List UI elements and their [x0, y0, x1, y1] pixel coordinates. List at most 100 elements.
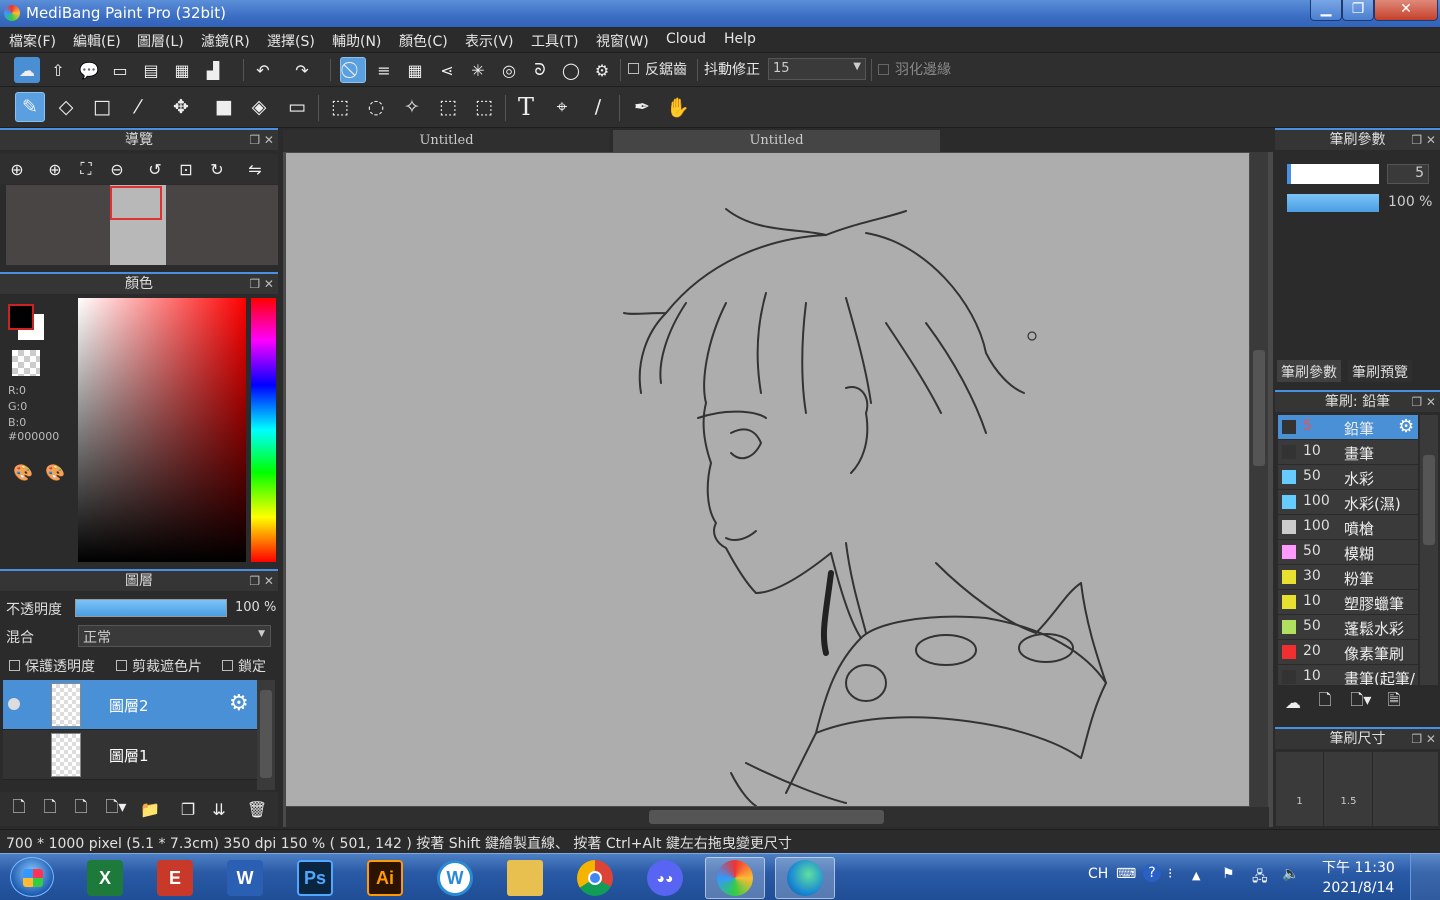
brush-item[interactable]: 10 畫筆(起筆/ [1278, 665, 1418, 685]
add-brush-menu-icon[interactable]: 🗋▾ [1344, 689, 1378, 715]
stabilizer-select[interactable]: 15 ▼ [768, 58, 866, 80]
gear-icon[interactable]: ⚙ [1398, 416, 1414, 437]
volume-icon[interactable]: 🔈 [1282, 866, 1299, 882]
blend-mode-select[interactable]: 正常 ▼ [78, 625, 271, 647]
menu-edit[interactable]: 編輯(E) [73, 31, 121, 51]
tab-brush-param[interactable]: 筆刷參數 [1277, 360, 1341, 382]
folder-icon[interactable]: 📁 [137, 796, 163, 822]
taskbar-photoshop[interactable]: Ps [285, 857, 345, 899]
drawing-canvas[interactable] [286, 153, 1249, 806]
snap-grid-icon[interactable]: ▦ [402, 57, 428, 83]
brush-list-scrollbar[interactable] [1420, 415, 1438, 685]
minimize-button[interactable]: ▁ [1310, 0, 1342, 21]
operation-tool-icon[interactable]: ⌖ [547, 92, 577, 122]
gradient-tool-icon[interactable]: ▭ [282, 92, 312, 122]
action-center-icon[interactable]: ⚑ [1222, 866, 1235, 882]
menu-color[interactable]: 顏色(C) [399, 31, 448, 51]
rotate-left-icon[interactable]: ↺ [142, 156, 168, 182]
brush-size-scrollbar[interactable] [1420, 752, 1438, 826]
menu-assist[interactable]: 輔助(N) [332, 31, 381, 51]
lock-checkbox[interactable] [222, 660, 233, 671]
new-brush-icon[interactable]: 🗋 [1312, 689, 1338, 715]
eye-icon[interactable] [8, 698, 20, 710]
layer-item[interactable]: 圖層1 [3, 730, 257, 780]
clock[interactable]: 下午 11:30 2021/8/14 [1322, 858, 1395, 898]
panel-float-close-icon[interactable]: ❐ ✕ [1411, 729, 1436, 749]
snap-curve-icon[interactable]: ᘐ [527, 57, 553, 83]
snap-parallel-icon[interactable]: ≡ [371, 57, 397, 83]
brush-item[interactable]: 20 像素筆刷 [1278, 640, 1418, 665]
brush-item[interactable]: 50 水彩 [1278, 465, 1418, 490]
menu-help[interactable]: Help [724, 31, 756, 47]
brush-size-value[interactable]: 5 [1387, 164, 1429, 184]
bucket-tool-icon[interactable]: ◈ [244, 92, 274, 122]
hand-tool-icon[interactable]: ✋ [663, 92, 693, 122]
comment-icon[interactable]: 💬 [76, 57, 102, 83]
dot-tool-icon[interactable]: ⁄ [123, 92, 153, 122]
brush-opacity-slider[interactable] [1287, 194, 1379, 212]
canvas-vertical-scrollbar[interactable] [1250, 152, 1268, 807]
layer-item[interactable]: 圖層2 ⚙ [3, 680, 257, 730]
brush-item[interactable]: 100 噴槍 [1278, 515, 1418, 540]
menu-view[interactable]: 表示(V) [465, 31, 514, 51]
ime-indicator[interactable]: CH [1088, 866, 1108, 882]
canvas-horizontal-scrollbar[interactable] [286, 807, 1269, 827]
shape-tool-icon[interactable]: □ [87, 92, 117, 122]
taskbar-edge[interactable] [775, 857, 835, 899]
menu-tool[interactable]: 工具(T) [531, 31, 578, 51]
layers-scrollbar[interactable] [257, 680, 275, 790]
snap-concentric-icon[interactable]: ◎ [496, 57, 522, 83]
help-icon[interactable]: ? [1143, 864, 1161, 882]
redo-icon[interactable]: ↷ [289, 57, 315, 83]
taskbar-excel[interactable]: X [75, 857, 135, 899]
menu-filter[interactable]: 濾鏡(R) [201, 31, 250, 51]
material-icon[interactable]: ▟ [200, 57, 226, 83]
keyboard-icon[interactable]: ⌨ [1116, 866, 1136, 882]
maximize-button[interactable]: ❐ [1342, 0, 1374, 21]
tab-untitled-1[interactable]: Untitled [283, 130, 610, 152]
brush-item[interactable]: 10 畫筆 [1278, 440, 1418, 465]
select-rect-tool-icon[interactable]: ⬚ [325, 92, 355, 122]
saturation-value-picker[interactable] [78, 298, 246, 562]
snap-off-icon[interactable]: ⃠ [340, 57, 366, 83]
brush-item[interactable]: 10 塑膠蠟筆 [1278, 590, 1418, 615]
panel-float-close-icon[interactable]: ❐ ✕ [249, 130, 274, 150]
protect-alpha-checkbox[interactable] [9, 660, 20, 671]
cloud-save-icon[interactable]: ☁ [14, 57, 40, 83]
undo-icon[interactable]: ↶ [250, 57, 276, 83]
taskbar-illustrator[interactable]: Ai [355, 857, 415, 899]
start-button[interactable] [10, 857, 54, 897]
text-tool-icon[interactable]: T [511, 92, 541, 122]
close-button[interactable]: ✕ [1374, 0, 1438, 21]
brush-item[interactable]: 50 模糊 [1278, 540, 1418, 565]
tray-expand-icon[interactable]: ▲ [1192, 869, 1200, 882]
snap-radial-icon[interactable]: ✳ [465, 57, 491, 83]
zoom-in-icon[interactable]: ⊕ [4, 156, 30, 182]
eyedropper-tool-icon[interactable]: ✒ [627, 92, 657, 122]
page-icon[interactable]: ▤ [138, 57, 164, 83]
menu-file[interactable]: 檔案(F) [9, 31, 56, 51]
show-desktop-button[interactable] [1410, 854, 1440, 900]
select-eraser-tool-icon[interactable]: ⬚ [469, 92, 499, 122]
navigator-viewport-frame[interactable] [110, 186, 162, 220]
foreground-color-swatch[interactable] [8, 304, 34, 330]
taskbar-medibang[interactable] [705, 857, 765, 899]
layers-scroll-thumb[interactable] [260, 690, 272, 778]
pen-tool-icon[interactable]: ✎ [15, 92, 45, 122]
hue-slider[interactable] [251, 298, 276, 562]
palette-add-icon[interactable]: 🎨 [42, 459, 68, 485]
eraser-tool-icon[interactable]: ◇ [51, 92, 81, 122]
new-1bit-layer-icon[interactable]: 🗋 [68, 796, 94, 822]
brush-scroll-thumb[interactable] [1423, 455, 1435, 545]
gear-icon[interactable]: ⚙ [229, 691, 249, 716]
menu-layer[interactable]: 圖層(L) [137, 31, 184, 51]
magic-wand-tool-icon[interactable]: ✧ [397, 92, 427, 122]
canvas-vscroll-thumb[interactable] [1253, 350, 1265, 466]
layer-opacity-slider[interactable] [75, 599, 227, 617]
taskbar-word[interactable]: W [215, 857, 275, 899]
lasso-tool-icon[interactable]: ◌ [361, 92, 391, 122]
brush-item[interactable]: 50 蓬鬆水彩 [1278, 615, 1418, 640]
add-layer-menu-icon[interactable]: 🗋▾ [100, 796, 132, 822]
snap-ellipse-icon[interactable]: ◯ [558, 57, 584, 83]
menu-window[interactable]: 視窗(W) [596, 31, 649, 51]
